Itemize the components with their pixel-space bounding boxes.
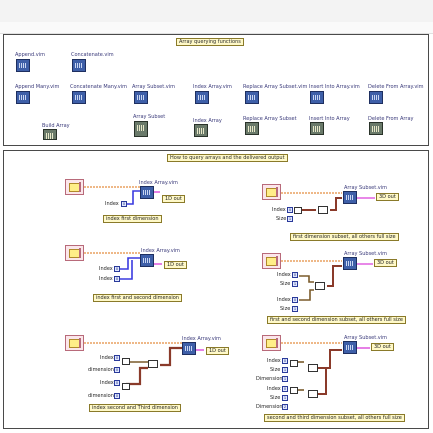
build-cluster-node[interactable] [308,364,318,372]
numeric-constant[interactable]: 0 [114,276,120,282]
bundle-node[interactable] [122,383,130,390]
bundle-node[interactable] [290,360,298,367]
input-label: Index [100,380,114,386]
example-caption: index first dimension [103,215,162,223]
array-constant[interactable] [262,184,281,200]
input-label: Index [99,276,113,282]
bundle-node[interactable] [290,387,298,394]
numeric-constant[interactable]: 0 [121,201,127,207]
input-label: Dimension [256,376,283,382]
output-indicator[interactable]: 1D out [206,347,229,355]
index-wire [127,190,140,205]
bundle-wire [299,275,314,283]
array-subset-vim-node[interactable] [343,257,357,270]
index-array-vim-node[interactable] [140,186,154,199]
numeric-constant[interactable]: 0 [292,297,298,303]
array-constant[interactable] [65,245,84,261]
cluster-wire [160,346,182,367]
wire-diagram [84,186,375,395]
input-label: Size [270,395,281,401]
input-label: Dimension [256,404,283,410]
input-label: Index [277,297,291,303]
bundle-node[interactable] [294,207,302,214]
numeric-constant[interactable]: 0 [114,266,120,272]
build-cluster-node[interactable] [318,206,328,214]
index-array-vim-node[interactable] [140,254,154,267]
cluster-wire [330,197,342,211]
numeric-constant[interactable]: 0 [114,393,120,399]
input-label: Index [267,358,281,364]
output-indicator[interactable]: 3D out [371,343,394,351]
input-label: dimension [88,367,114,373]
numeric-constant[interactable]: 0 [287,207,293,213]
output-indicator[interactable]: 1D out [162,195,185,203]
array-constant[interactable] [65,179,84,195]
input-label: Size [270,367,281,373]
build-cluster-node[interactable] [308,390,318,398]
input-label: Index [99,266,113,272]
numeric-constant[interactable]: 0 [282,358,288,364]
input-label: Index [267,386,281,392]
numeric-constant[interactable]: 0 [114,367,120,373]
index-array-vim-node[interactable] [182,342,196,355]
numeric-constant[interactable]: 1 [282,395,288,401]
cluster-wire [318,368,327,395]
input-label: Index [272,207,286,213]
output-indicator[interactable]: 3D out [374,259,397,267]
numeric-constant[interactable]: 0 [114,355,120,361]
numeric-constant[interactable]: 1 [287,216,293,222]
build-cluster-node[interactable] [148,360,158,368]
example-caption: index second and Third dimension [89,404,181,412]
input-label: Index [105,201,119,207]
array-constant[interactable] [262,253,281,269]
numeric-constant[interactable]: 1 [292,281,298,287]
numeric-constant[interactable]: 1 [282,376,288,382]
array-subset-vim-node[interactable] [343,191,357,204]
numeric-constant[interactable]: 1 [292,306,298,312]
numeric-constant[interactable]: 0 [292,272,298,278]
numeric-constant[interactable]: 1 [282,367,288,373]
input-label: Size [280,306,291,312]
input-label: Index [100,355,114,361]
example-caption: second and third dimension subset, all o… [264,414,405,422]
output-indicator[interactable]: 3D out [376,193,399,201]
bundle-wire [126,366,148,386]
array-constant[interactable] [262,335,281,351]
cluster-wire [327,265,342,287]
array-constant[interactable] [65,335,84,351]
bundle-node[interactable] [122,358,130,365]
numeric-constant[interactable]: 0 [114,380,120,386]
input-label: dimension [88,393,114,399]
array-subset-vim-node[interactable] [343,341,357,354]
input-label: Size [276,216,287,222]
input-label: Index [277,272,291,278]
numeric-constant[interactable]: 0 [282,386,288,392]
bundle-wire [299,289,314,301]
numeric-constant[interactable]: 2 [282,404,288,410]
example-caption: first dimension subset, all others full … [290,233,399,241]
example-caption: index first and second dimension [93,294,182,302]
output-indicator[interactable]: 1D out [164,261,187,269]
input-label: Size [280,281,291,287]
example-caption: first and second dimension subset, all o… [267,316,406,324]
cluster-wire [318,349,342,369]
index-wire [120,257,140,270]
build-cluster-node[interactable] [315,282,325,290]
